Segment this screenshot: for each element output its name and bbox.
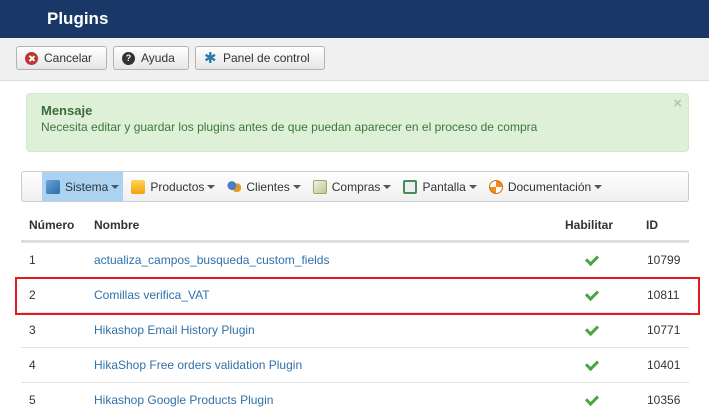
control-panel-button[interactable]: ✱ Panel de control xyxy=(195,46,325,70)
cancel-icon xyxy=(25,51,38,65)
users-icon xyxy=(227,179,242,194)
alert-title: Mensaje xyxy=(41,103,93,118)
clipboard-icon xyxy=(312,179,327,194)
plugin-name-link[interactable]: Hikashop Email History Plugin xyxy=(94,323,255,337)
menu-item-productos[interactable]: Productos xyxy=(127,172,219,201)
menu-item-documentacion[interactable]: Documentación xyxy=(485,172,606,201)
message-alert: Mensaje Necesita editar y guardar los pl… xyxy=(26,93,689,152)
chevron-down-icon xyxy=(594,184,603,189)
plugin-name-link[interactable]: actualiza_campos_busqueda_custom_fields xyxy=(94,253,329,267)
row-number: 4 xyxy=(29,358,36,372)
menu-item-label: Compras xyxy=(331,179,381,194)
check-icon[interactable] xyxy=(586,357,600,371)
table-row: 5 Hikashop Google Products Plugin 10356 xyxy=(21,382,689,417)
highlight-box xyxy=(15,277,700,315)
plugin-id: 10356 xyxy=(647,393,681,407)
page-title: Plugins xyxy=(47,9,109,28)
column-header-number[interactable]: Número xyxy=(29,218,74,232)
help-icon: ? xyxy=(122,51,135,65)
wrench-icon xyxy=(46,179,60,194)
plugin-category-menu: Sistema Productos Clientes Compras Panta… xyxy=(21,171,689,202)
cancel-button[interactable]: Cancelar xyxy=(16,46,107,70)
check-icon[interactable] xyxy=(586,252,600,266)
table-row: 4 HikaShop Free orders validation Plugin… xyxy=(21,347,689,382)
plugin-id: 10799 xyxy=(647,253,681,267)
plugin-name-link[interactable]: Hikashop Google Products Plugin xyxy=(94,393,273,407)
menu-item-pantalla[interactable]: Pantalla xyxy=(399,172,480,201)
check-icon[interactable] xyxy=(586,322,600,336)
chevron-down-icon xyxy=(468,184,477,189)
check-icon[interactable] xyxy=(586,392,600,406)
display-icon xyxy=(403,179,418,194)
asterisk-icon: ✱ xyxy=(204,49,217,67)
menu-item-compras[interactable]: Compras xyxy=(309,172,396,201)
chevron-down-icon xyxy=(383,184,392,189)
row-number: 1 xyxy=(29,253,36,267)
menu-item-label: Pantalla xyxy=(422,179,466,194)
menu-item-label: Sistema xyxy=(65,179,109,194)
help-button-label: Ayuda xyxy=(141,51,175,65)
column-header-id[interactable]: ID xyxy=(646,218,658,232)
table-row: 3 Hikashop Email History Plugin 10771 xyxy=(21,312,689,347)
plugin-name-link[interactable]: HikaShop Free orders validation Plugin xyxy=(94,358,302,372)
lifebuoy-icon xyxy=(488,179,503,194)
menu-item-label: Productos xyxy=(150,179,205,194)
table-header: Número Nombre Habilitar ID xyxy=(21,207,689,242)
chevron-down-icon xyxy=(207,184,216,189)
table-row: 1 actualiza_campos_busqueda_custom_field… xyxy=(21,242,689,277)
help-button[interactable]: ? Ayuda xyxy=(113,46,189,70)
page-header: Plugins xyxy=(0,0,709,38)
control-panel-button-label: Panel de control xyxy=(223,51,310,65)
menu-item-label: Documentación xyxy=(507,179,592,194)
menu-item-clientes[interactable]: Clientes xyxy=(223,172,304,201)
close-icon[interactable]: × xyxy=(673,95,682,112)
column-header-enable[interactable]: Habilitar xyxy=(565,218,613,232)
box-icon xyxy=(131,179,146,194)
menu-item-sistema[interactable]: Sistema xyxy=(42,172,124,201)
row-number: 5 xyxy=(29,393,36,407)
cancel-button-label: Cancelar xyxy=(44,51,93,65)
row-number: 3 xyxy=(29,323,36,337)
menu-item-label: Clientes xyxy=(246,179,290,194)
plugin-id: 10771 xyxy=(647,323,681,337)
toolbar: Cancelar ? Ayuda ✱ Panel de control xyxy=(0,38,709,81)
alert-message: Necesita editar y guardar los plugins an… xyxy=(41,120,538,134)
chevron-down-icon xyxy=(292,184,301,189)
chevron-down-icon xyxy=(111,184,120,189)
column-header-name[interactable]: Nombre xyxy=(94,218,139,232)
plugin-id: 10401 xyxy=(647,358,681,372)
